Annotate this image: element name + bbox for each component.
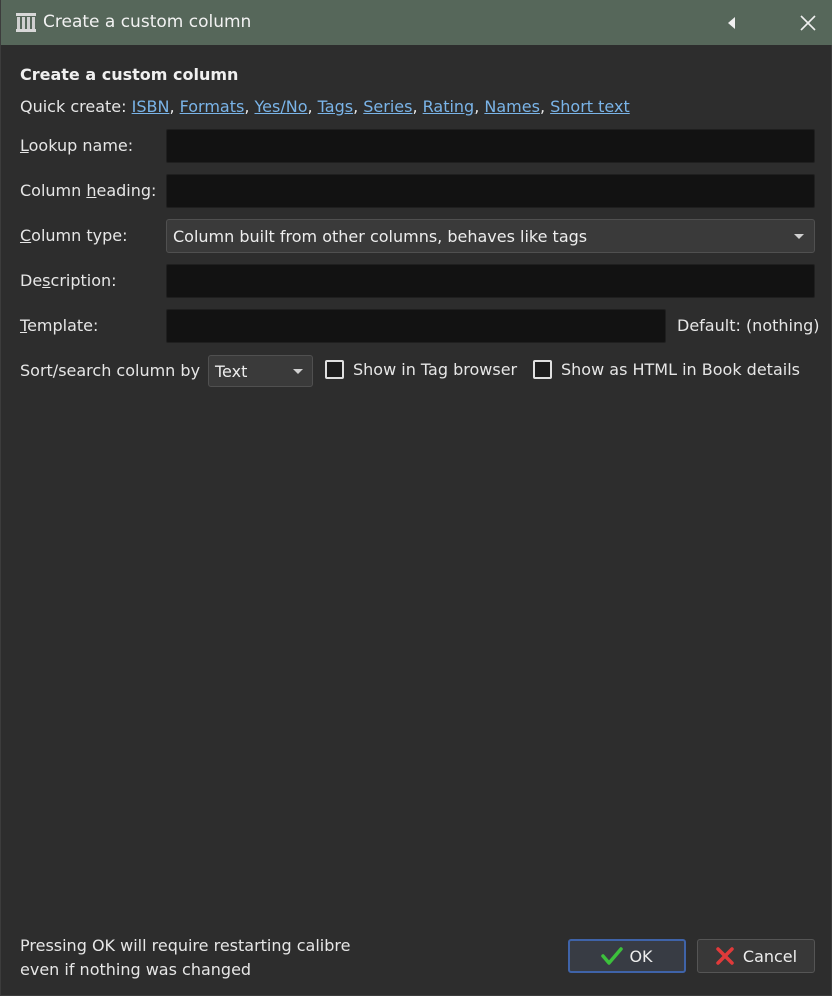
chevron-down-icon bbox=[293, 369, 303, 374]
show-as-html-checkbox[interactable] bbox=[533, 360, 552, 379]
calibre-library-icon bbox=[15, 11, 37, 33]
quick-create-row: Quick create: ISBN, Formats, Yes/No, Tag… bbox=[20, 97, 630, 116]
close-icon[interactable] bbox=[791, 6, 825, 40]
quick-create-formats-link[interactable]: Formats bbox=[180, 97, 245, 116]
quick-create-yes-no-link[interactable]: Yes/No bbox=[255, 97, 308, 116]
dialog-heading: Create a custom column bbox=[20, 65, 239, 84]
show-in-tag-browser-checkbox[interactable] bbox=[325, 360, 344, 379]
quick-create-short-text-link[interactable]: Short text bbox=[550, 97, 630, 116]
triangle-left-icon[interactable] bbox=[718, 6, 746, 40]
column-type-label: Column type: bbox=[20, 226, 128, 245]
checkmark-icon bbox=[601, 946, 624, 966]
quick-create-label: Quick create: bbox=[20, 97, 127, 116]
quick-create-series-link[interactable]: Series bbox=[363, 97, 412, 116]
quick-create-names-link[interactable]: Names bbox=[484, 97, 540, 116]
x-icon bbox=[715, 946, 737, 966]
quick-create-tags-link[interactable]: Tags bbox=[318, 97, 353, 116]
cancel-button[interactable]: Cancel bbox=[697, 939, 815, 973]
sort-search-label: Sort/search column by bbox=[20, 361, 201, 380]
column-type-select[interactable]: Column built from other columns, behaves… bbox=[166, 219, 815, 253]
template-label: Template: bbox=[20, 316, 99, 335]
lookup-name-label: Lookup name: bbox=[20, 136, 134, 155]
window-title: Create a custom column bbox=[43, 12, 252, 32]
column-heading-label: Column heading: bbox=[20, 181, 157, 200]
description-input[interactable] bbox=[166, 264, 815, 298]
restart-note: Pressing OK will require restarting cali… bbox=[20, 934, 380, 982]
ok-button[interactable]: OK bbox=[568, 939, 686, 973]
show-in-tag-browser-label[interactable]: Show in Tag browser bbox=[353, 360, 517, 379]
restart-note-line2: even if nothing was changed bbox=[20, 960, 252, 979]
quick-create-rating-link[interactable]: Rating bbox=[423, 97, 475, 116]
template-input[interactable] bbox=[166, 309, 666, 343]
sort-search-select[interactable]: Text bbox=[208, 355, 313, 387]
custom-column-dialog: Create a custom column Create a custom c… bbox=[0, 0, 832, 996]
ok-label: OK bbox=[629, 946, 653, 966]
restart-note-line1: Pressing OK will require restarting cali… bbox=[20, 936, 351, 955]
show-as-html-label[interactable]: Show as HTML in Book details bbox=[561, 360, 800, 379]
chevron-down-icon bbox=[794, 234, 804, 239]
lookup-name-input[interactable] bbox=[166, 129, 815, 163]
column-type-value: Column built from other columns, behaves… bbox=[173, 227, 588, 246]
description-label: Description: bbox=[20, 271, 117, 290]
cancel-label: Cancel bbox=[742, 946, 798, 966]
column-heading-input[interactable] bbox=[166, 174, 815, 208]
quick-create-isbn-link[interactable]: ISBN bbox=[132, 97, 170, 116]
sort-search-value: Text bbox=[215, 362, 248, 381]
template-default-text: Default: (nothing) bbox=[677, 316, 820, 335]
title-bar: Create a custom column bbox=[1, 0, 832, 45]
